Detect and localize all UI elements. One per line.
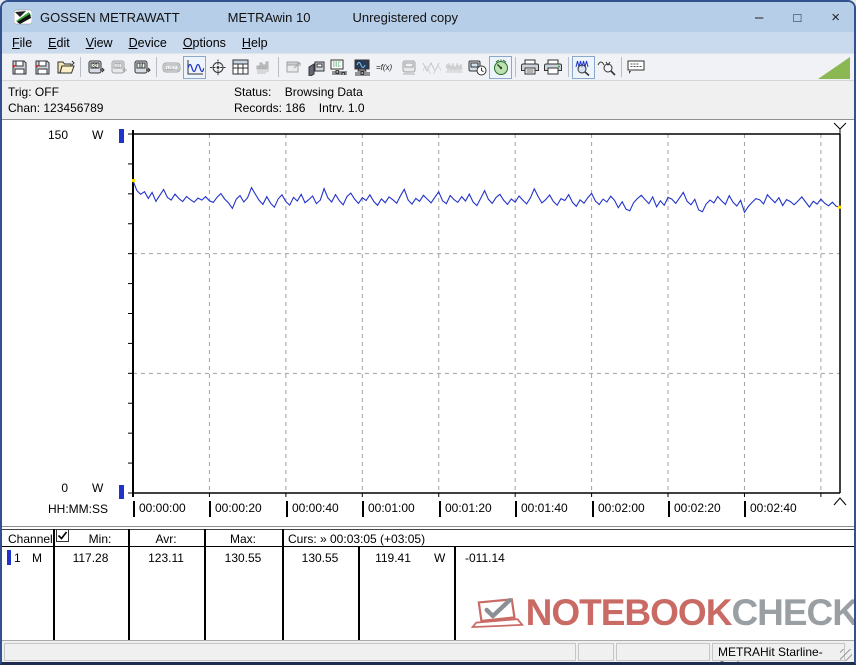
cell-min: 117.28 [72, 551, 109, 565]
menu-options[interactable]: Options [175, 34, 234, 52]
cell-avr: 123.11 [148, 551, 184, 565]
title-app: METRAwin 10 [227, 9, 311, 25]
header-channel: Channel: [8, 532, 57, 546]
notebookcheck-watermark: NOTEBOOKCHECK [470, 578, 856, 648]
cell-mode: M [32, 551, 42, 565]
interval-label: Intrv. [318, 101, 345, 115]
cell-cursor1: 130.55 [301, 551, 339, 565]
y-axis-unit-bottom: W [92, 481, 104, 495]
metrawin-window: GOSSEN METRAWATT METRAwin 10 Unregistere… [0, 0, 856, 665]
x-axis-label: HH:MM:SS [48, 502, 108, 516]
maximize-button[interactable]: □ [793, 10, 801, 25]
resize-grip[interactable] [840, 649, 852, 661]
checkmark-icon [57, 531, 68, 540]
x-tick-4: 00:01:20 [439, 501, 492, 517]
monitor-store-icon[interactable] [305, 56, 328, 79]
x-tick-0: 00:00:00 [133, 501, 186, 517]
status-label: Status: [234, 85, 272, 99]
toolbar: 32 32 M 1257 =f(x) [2, 53, 854, 80]
live-meter-icon[interactable] [489, 55, 512, 79]
header-min: Min: [88, 532, 112, 546]
acquisition-info-panel: Trig: OFF Chan: 123456789 Status: Browsi… [2, 80, 854, 119]
cell-max: 130.55 [224, 551, 262, 565]
chan-value: 123456789 [43, 101, 104, 115]
notebookcheck-laptop-icon [470, 598, 524, 629]
records-value: 186 [285, 101, 306, 115]
title-license: Unregistered copy [352, 9, 458, 25]
x-tick-1: 00:00:20 [209, 501, 262, 517]
save-icon[interactable] [8, 56, 31, 79]
menu-bar: File Edit View Device Options Help [2, 32, 854, 53]
view-table-icon[interactable] [229, 56, 252, 79]
close-button[interactable]: × [831, 9, 840, 26]
header-avr: Avr: [155, 532, 177, 546]
x-tick-2: 00:00:40 [286, 501, 339, 517]
cell-delta: -011.14 [465, 551, 505, 565]
resize-corner-triangle [818, 57, 850, 79]
open-file-icon[interactable] [54, 56, 77, 79]
trig-value: OFF [34, 85, 59, 99]
monitor-setup-icon[interactable] [351, 56, 374, 79]
cell-channel: 1 [14, 551, 21, 565]
y-axis-min-label: 0 [61, 481, 68, 495]
zoom-cursor-icon[interactable] [595, 56, 618, 79]
menu-edit[interactable]: Edit [40, 34, 78, 52]
y-axis-unit-top: W [92, 128, 104, 142]
title-brand: GOSSEN METRAWATT [40, 9, 180, 25]
svg-text:32: 32 [115, 63, 121, 69]
power-trend-chart[interactable] [2, 120, 854, 526]
minimize-button[interactable]: – [755, 9, 763, 26]
svg-text:M: M [139, 63, 143, 69]
title-bar: GOSSEN METRAWATT METRAwin 10 Unregistere… [2, 2, 854, 32]
y-axis-max-label: 150 [47, 128, 68, 142]
status-value: Browsing Data [284, 85, 363, 99]
read-device-32-icon[interactable]: 32 [84, 56, 107, 79]
svg-text:=f(x): =f(x) [376, 63, 393, 72]
x-tick-5: 00:01:40 [515, 501, 568, 517]
annotation-icon[interactable] [625, 56, 648, 79]
menu-help[interactable]: Help [234, 34, 276, 52]
x-tick-3: 00:01:00 [362, 501, 415, 517]
zoom-signal-icon[interactable] [572, 55, 595, 79]
device-name: METRAHit Starline-Seri [718, 645, 823, 662]
wave-noise-icon[interactable] [443, 56, 466, 79]
wave-analog-icon[interactable] [420, 56, 443, 79]
export-window-icon[interactable] [282, 56, 305, 79]
view-histogram-icon[interactable] [252, 56, 275, 79]
records-label: Records: [234, 101, 283, 115]
print-setup-icon[interactable] [542, 56, 565, 79]
svg-text:1257: 1257 [166, 65, 177, 70]
menu-file[interactable]: File [4, 34, 40, 52]
menu-device[interactable]: Device [121, 34, 175, 52]
watermark-text-secondary: CHECK [731, 592, 856, 633]
print-icon[interactable] [519, 56, 542, 79]
formula-fx-icon[interactable]: =f(x) [374, 56, 397, 79]
svg-text:32: 32 [92, 63, 98, 69]
cell-cursor-unit: W [434, 551, 446, 565]
interval-value: 1.0 [347, 101, 365, 115]
cell-cursor2: 119.41 [375, 551, 411, 565]
x-tick-8: 00:02:40 [744, 501, 797, 517]
x-tick-6: 00:02:00 [592, 501, 645, 517]
channel-color-bar [7, 550, 11, 565]
channel-list-setup-icon[interactable] [328, 56, 351, 79]
watermark-text-primary: NOTEBOOK [525, 592, 733, 633]
read-device-m-icon[interactable]: M [130, 56, 153, 79]
device-display-icon[interactable] [397, 56, 420, 79]
save-as-icon[interactable] [31, 56, 54, 79]
view-chart-icon[interactable] [183, 55, 206, 79]
chart-panel[interactable]: 150 W 0 W HH:MM:SS 00:00:00 00:00:20 00:… [2, 119, 854, 526]
header-max: Max: [229, 532, 256, 546]
view-cursor-target-icon[interactable] [206, 56, 229, 79]
chan-label: Chan: [8, 101, 41, 115]
header-cursor: Curs: » 00:03:05 (+03:05) [288, 532, 426, 546]
disconnect-device-32-icon[interactable]: 32 [107, 56, 130, 79]
display-1257-icon[interactable]: 1257 [160, 56, 183, 79]
x-tick-7: 00:02:20 [668, 501, 721, 517]
app-logo-icon [14, 9, 32, 25]
channel-checkbox[interactable] [56, 529, 69, 542]
meter-clock-icon[interactable] [466, 56, 489, 79]
menu-view[interactable]: View [78, 34, 121, 52]
trig-label: Trig: [8, 85, 32, 99]
